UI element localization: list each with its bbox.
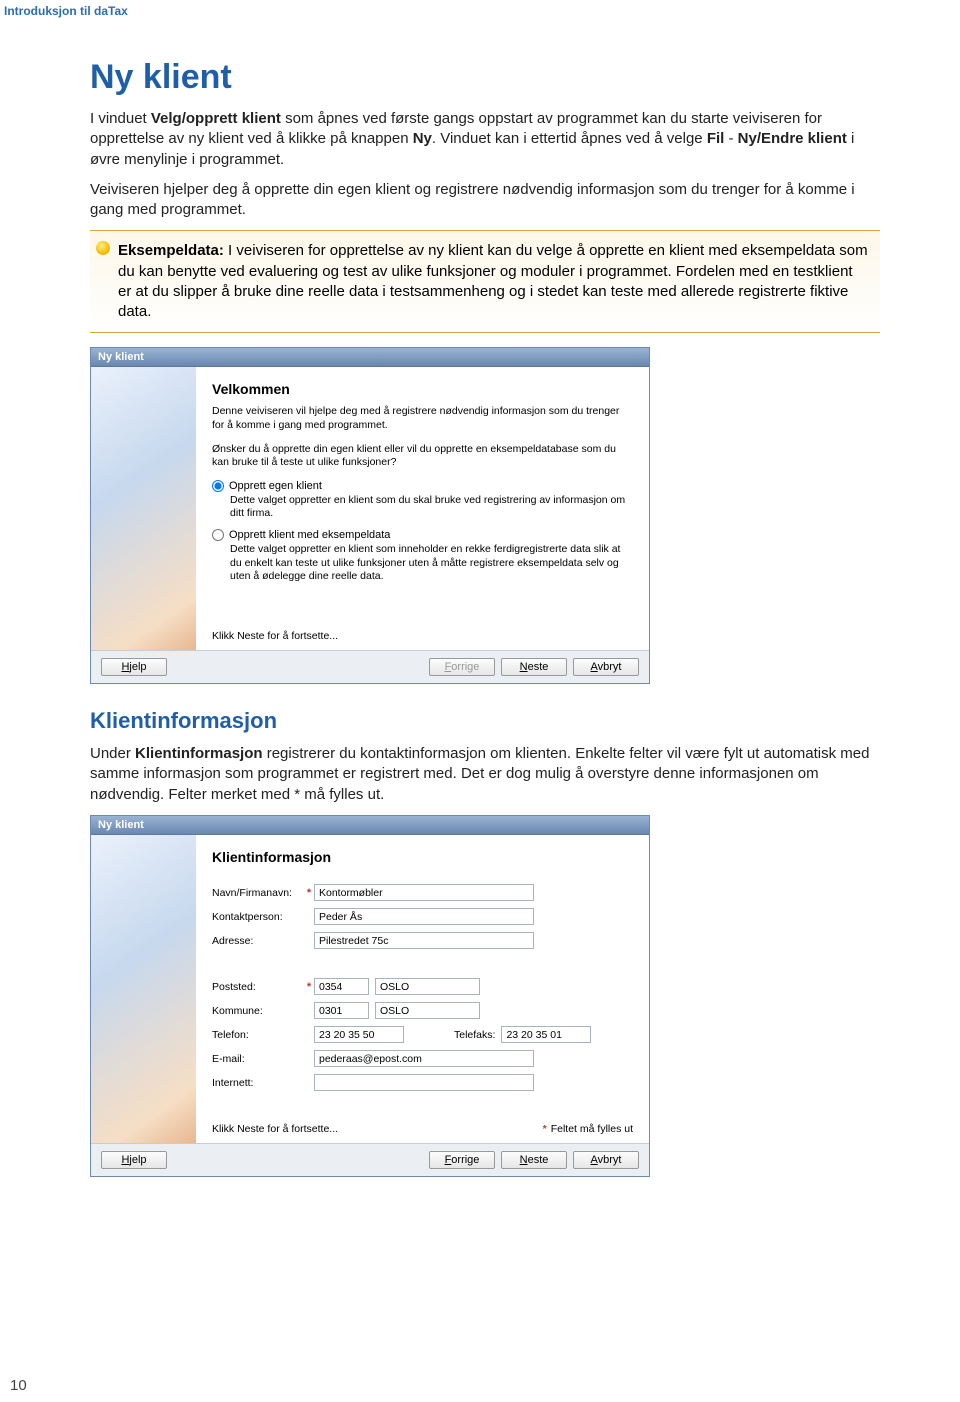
label-name: Navn/Firmanavn: (212, 887, 304, 899)
lightbulb-icon (96, 241, 110, 255)
wizard-new-client-welcome: Ny klient Velkommen Denne veiviseren vil… (90, 347, 650, 684)
row-address: Adresse: (212, 931, 633, 951)
wizard-side-image (91, 367, 196, 650)
row-name: Navn/Firmanavn: * (212, 883, 633, 903)
radio-example-data[interactable] (212, 529, 224, 541)
option-label: Opprett klient med eksempeldata (229, 529, 390, 541)
input-name[interactable] (314, 884, 534, 901)
text: - (724, 130, 737, 147)
prev-button[interactable]: Forrige (429, 658, 495, 676)
wizard-heading: Velkommen (212, 381, 633, 397)
btn-text: jelp (129, 661, 146, 673)
tip-text: I veiviseren for opprettelse av ny klien… (118, 242, 868, 320)
text: . Vinduet kan i ettertid åpnes ved å vel… (432, 130, 707, 147)
next-button[interactable]: Neste (501, 658, 567, 676)
continue-hint: Klikk Neste for å fortsette... (212, 630, 633, 642)
text-bold: Ny/Endre klient (738, 130, 847, 147)
klientinfo-paragraph: Under Klientinformasjon registrerer du k… (90, 744, 880, 805)
label-contact: Kontaktperson: (212, 911, 304, 923)
wizard-desc-1: Denne veiviseren vil hjelpe deg med å re… (212, 405, 633, 432)
option-own-client: Opprett egen klient Dette valget opprett… (212, 480, 633, 521)
text: I vinduet (90, 110, 151, 127)
cancel-button[interactable]: Avbryt (573, 1151, 639, 1169)
input-contact[interactable] (314, 908, 534, 925)
label-phone: Telefon: (212, 1029, 304, 1041)
doc-header: Introduksjon til daTax (0, 0, 960, 18)
tip-box: Eksempeldata: I veiviseren for opprettel… (90, 230, 880, 333)
row-internet: Internett: (212, 1073, 633, 1093)
text-bold: Fil (707, 130, 725, 147)
input-email[interactable] (314, 1050, 534, 1067)
input-kommune-code[interactable] (314, 1002, 369, 1019)
wizard-heading: Klientinformasjon (212, 849, 633, 865)
continue-hint: Klikk Neste for å fortsette... (212, 1123, 338, 1135)
option-label: Opprett egen klient (229, 480, 322, 492)
page-content: Ny klient I vinduet Velg/opprett klient … (0, 18, 880, 1177)
prev-button[interactable]: Forrige (429, 1151, 495, 1169)
label-email: E-mail: (212, 1053, 304, 1065)
help-button[interactable]: Hjelp (101, 658, 167, 676)
text-bold: Velg/opprett klient (151, 110, 281, 127)
row-post: Poststed: * (212, 977, 633, 997)
subsection-title: Klientinformasjon (90, 708, 880, 734)
intro-paragraph-2: Veiviseren hjelper deg å opprette din eg… (90, 180, 880, 221)
label-fax: Telefaks: (454, 1029, 495, 1041)
input-internet[interactable] (314, 1074, 534, 1091)
wizard-desc-2: Ønsker du å opprette din egen klient ell… (212, 443, 633, 470)
text: Under (90, 745, 135, 762)
required-note: *Feltet må fylles ut (543, 1123, 633, 1135)
help-button[interactable]: Hjelp (101, 1151, 167, 1169)
row-kommune: Kommune: (212, 1001, 633, 1021)
wizard-titlebar: Ny klient (91, 816, 649, 835)
text-bold: Klientinformasjon (135, 745, 263, 762)
input-kommune-city[interactable] (375, 1002, 480, 1019)
wizard-titlebar: Ny klient (91, 348, 649, 367)
input-fax[interactable] (501, 1026, 591, 1043)
page-title: Ny klient (90, 58, 880, 97)
label-post: Poststed: (212, 981, 304, 993)
row-email: E-mail: (212, 1049, 633, 1069)
row-phone: Telefon: Telefaks: (212, 1025, 633, 1045)
intro-paragraph-1: I vinduet Velg/opprett klient som åpnes … (90, 109, 880, 170)
cancel-button[interactable]: Avbryt (573, 658, 639, 676)
required-marker: * (304, 887, 314, 899)
text-bold: Ny (413, 130, 432, 147)
page-number: 10 (10, 1377, 27, 1394)
wizard-side-image (91, 835, 196, 1143)
required-marker: * (304, 981, 314, 993)
wizard-button-bar: Hjelp Forrige Neste Avbryt (91, 1143, 649, 1176)
option-desc: Dette valget oppretter en klient som inn… (230, 543, 633, 584)
next-button[interactable]: Neste (501, 1151, 567, 1169)
wizard-button-bar: Hjelp Forrige Neste Avbryt (91, 650, 649, 683)
input-post-city[interactable] (375, 978, 480, 995)
input-address[interactable] (314, 932, 534, 949)
option-desc: Dette valget oppretter en klient som du … (230, 494, 633, 521)
tip-label: Eksempeldata: (118, 242, 224, 259)
option-example-data: Opprett klient med eksempeldata Dette va… (212, 529, 633, 584)
input-phone[interactable] (314, 1026, 404, 1043)
label-internet: Internett: (212, 1077, 304, 1089)
radio-own-client[interactable] (212, 480, 224, 492)
input-post-code[interactable] (314, 978, 369, 995)
wizard-client-info: Ny klient Klientinformasjon Navn/Firmana… (90, 815, 650, 1177)
label-kommune: Kommune: (212, 1005, 304, 1017)
label-address: Adresse: (212, 935, 304, 947)
row-contact: Kontaktperson: (212, 907, 633, 927)
